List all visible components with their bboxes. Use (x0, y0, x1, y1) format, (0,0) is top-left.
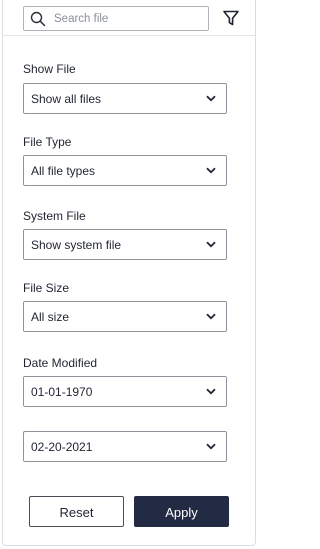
filter-button[interactable] (222, 9, 240, 27)
chevron-down-icon (206, 95, 216, 102)
file-type-select[interactable]: All file types (23, 155, 227, 186)
apply-button[interactable]: Apply (134, 496, 229, 527)
search-input[interactable] (54, 10, 204, 28)
search-icon (30, 11, 46, 27)
show-file-select[interactable]: Show all files (23, 83, 227, 114)
file-type-label: File Type (23, 135, 72, 149)
chevron-down-icon (206, 443, 216, 450)
chevron-down-icon (206, 388, 216, 395)
date-from-value: 01-01-1970 (31, 385, 93, 399)
date-to-value: 02-20-2021 (31, 440, 93, 454)
file-size-select[interactable]: All size (23, 301, 227, 332)
date-modified-label: Date Modified (23, 356, 98, 370)
filter-panel: Show File Show all files File Type All f… (2, 0, 256, 546)
show-file-label: Show File (23, 62, 76, 76)
date-from-select[interactable]: 01-01-1970 (23, 376, 227, 407)
system-file-label: System File (23, 209, 86, 223)
system-file-value: Show system file (31, 238, 122, 252)
search-row (3, 0, 255, 36)
filter-icon (223, 10, 239, 26)
chevron-down-icon (206, 167, 216, 174)
chevron-down-icon (206, 241, 216, 248)
date-to-select[interactable]: 02-20-2021 (23, 431, 227, 462)
search-box[interactable] (23, 6, 209, 31)
reset-button[interactable]: Reset (29, 496, 124, 527)
chevron-down-icon (206, 313, 216, 320)
file-type-value: All file types (31, 164, 96, 178)
file-size-label: File Size (23, 281, 70, 295)
show-file-value: Show all files (31, 92, 102, 106)
file-size-value: All size (31, 310, 70, 324)
system-file-select[interactable]: Show system file (23, 229, 227, 260)
